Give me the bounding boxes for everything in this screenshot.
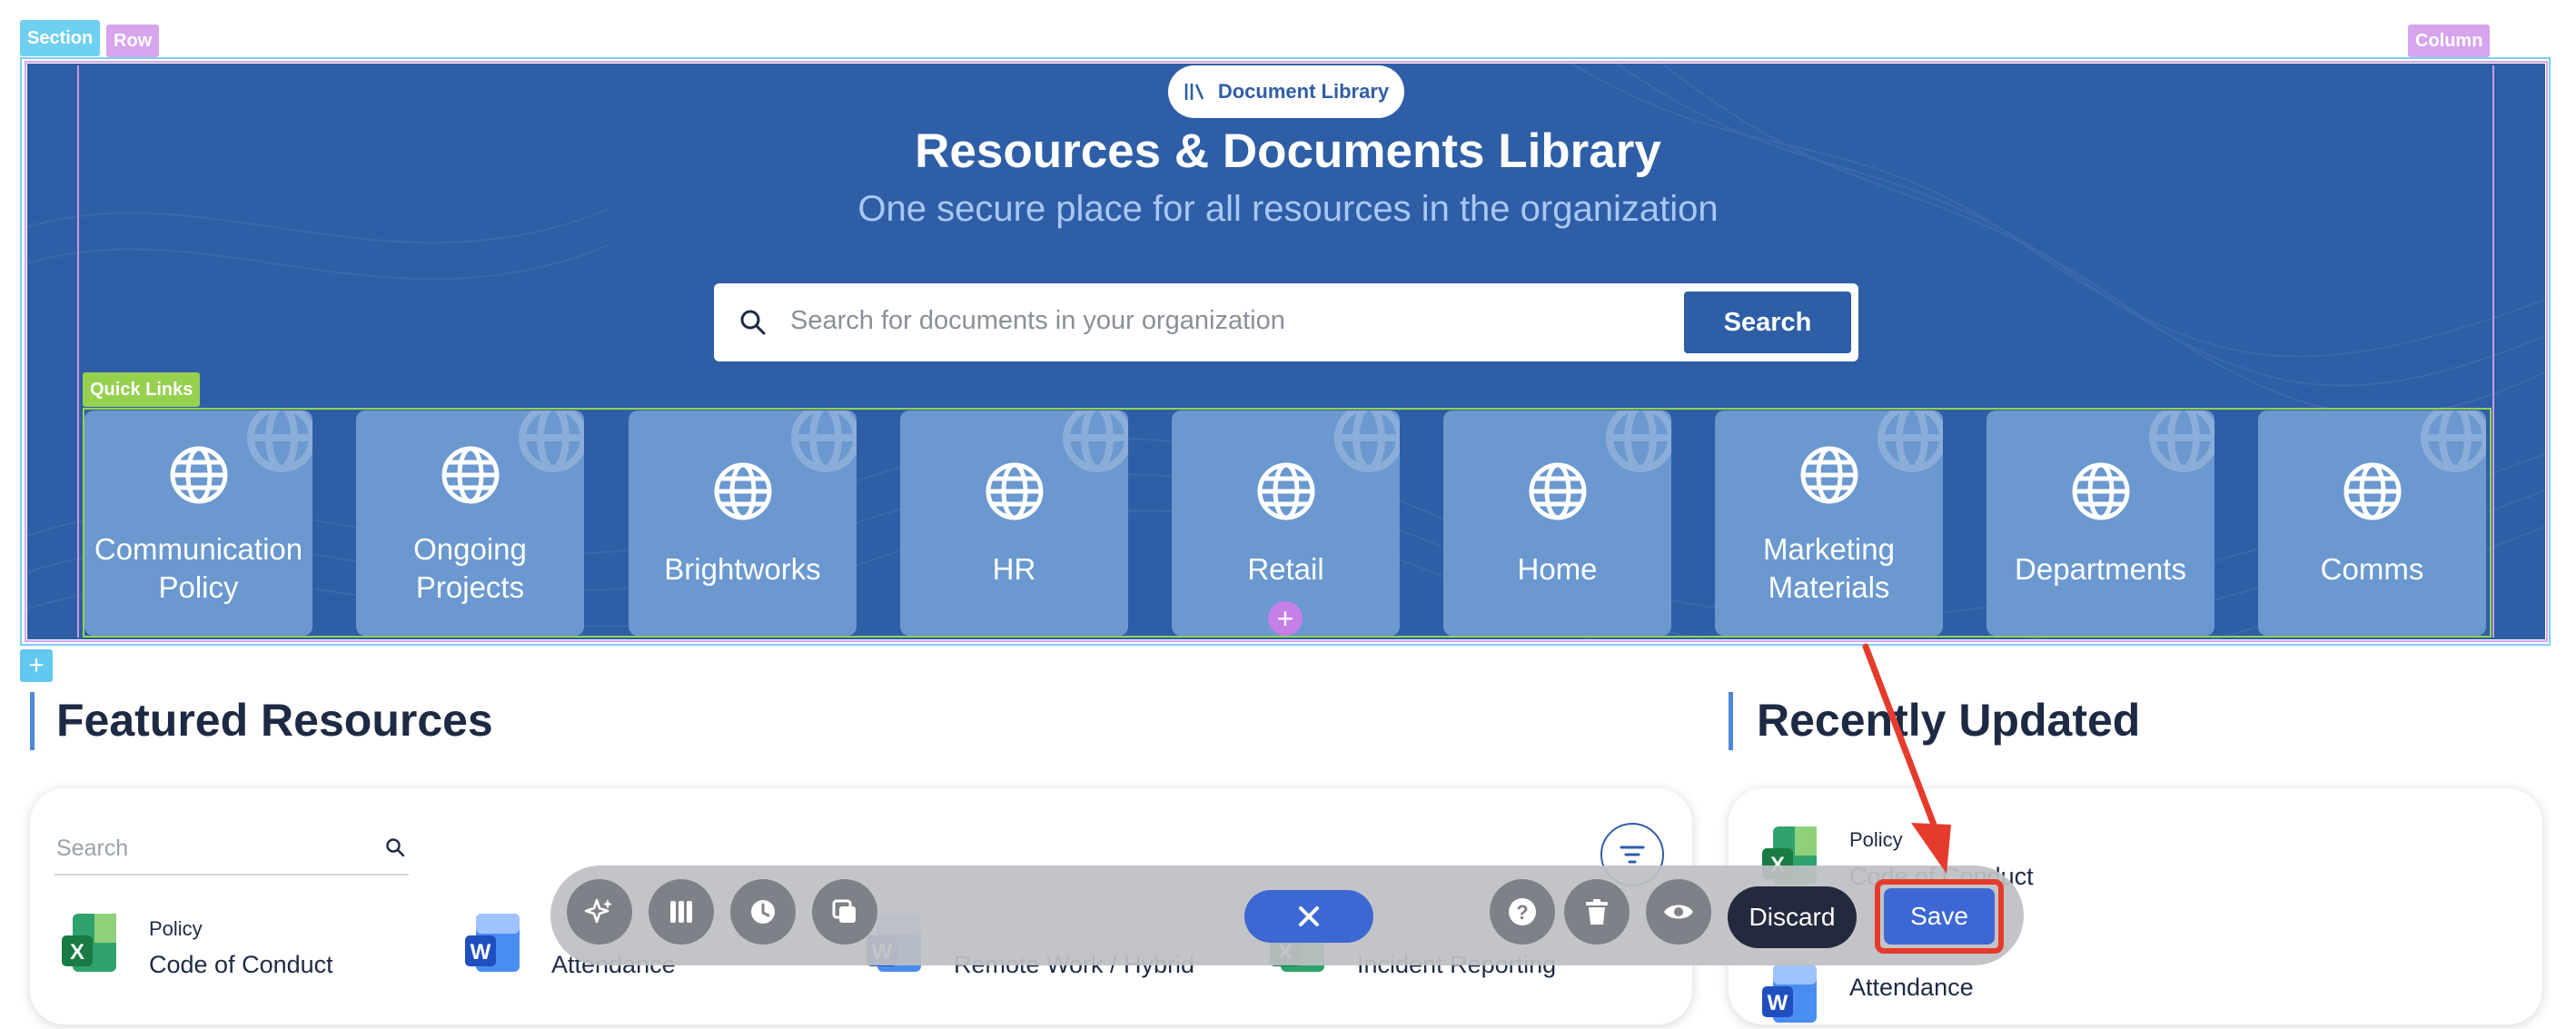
hero-subtitle: One secure place for all resources in th… bbox=[857, 189, 1719, 229]
search-underline bbox=[54, 874, 409, 876]
eye-icon bbox=[1664, 905, 1693, 919]
globe-watermark-icon bbox=[1334, 411, 1400, 472]
close-icon bbox=[1299, 906, 1319, 926]
trash-icon bbox=[1586, 899, 1608, 925]
help-button[interactable]: ? bbox=[1490, 879, 1555, 945]
excel-file-icon: X bbox=[60, 912, 118, 978]
history-button[interactable] bbox=[730, 879, 796, 945]
word-file-icon: W bbox=[1760, 963, 1818, 1029]
featured-resources-heading: Featured Resources bbox=[56, 695, 493, 746]
globe-icon bbox=[1529, 462, 1586, 520]
doc-title-link[interactable]: Attendance bbox=[1849, 974, 1974, 1002]
filter-icon bbox=[1620, 846, 1645, 864]
heading-accent-bar bbox=[30, 692, 35, 750]
quick-link-hr[interactable]: HR bbox=[900, 411, 1128, 636]
quick-link-comms[interactable]: Comms bbox=[2258, 411, 2486, 636]
quick-link-label: Ongoing Projects bbox=[413, 532, 527, 604]
library-icon bbox=[1184, 84, 1204, 100]
row-tag[interactable]: Row bbox=[106, 25, 160, 57]
globe-watermark-icon bbox=[519, 411, 584, 472]
quick-link-label: HR bbox=[992, 552, 1036, 586]
quick-link-label: Communication Policy bbox=[94, 532, 303, 604]
globe-watermark-icon bbox=[2421, 411, 2486, 472]
doc-title-link[interactable]: Code of Conduct bbox=[149, 951, 333, 979]
globe-watermark-icon bbox=[1606, 411, 1671, 472]
duplicate-button[interactable] bbox=[812, 879, 877, 945]
quick-link-communication-policy[interactable]: Communication Policy bbox=[84, 411, 312, 636]
pill-label: Document Library bbox=[1217, 80, 1390, 103]
quick-link-label: Brightworks bbox=[664, 552, 821, 586]
quick-link-ongoing-projects[interactable]: Ongoing Projects bbox=[356, 411, 584, 636]
annotation-arrow bbox=[1862, 643, 1951, 874]
globe-icon bbox=[714, 462, 771, 520]
add-link-button[interactable]: + bbox=[1268, 601, 1303, 636]
svg-text:X: X bbox=[70, 940, 84, 965]
copy-icon bbox=[832, 899, 856, 923]
close-toolbar-button[interactable] bbox=[1244, 890, 1373, 943]
search-button[interactable]: Search bbox=[1684, 292, 1851, 353]
help-icon: ? bbox=[1509, 898, 1536, 925]
quick-link-marketing-materials[interactable]: Marketing Materials bbox=[1715, 411, 1943, 636]
globe-watermark-icon bbox=[1063, 411, 1128, 472]
globe-watermark-icon bbox=[1878, 411, 1943, 472]
quick-link-brightworks[interactable]: Brightworks bbox=[629, 411, 857, 636]
delete-button[interactable] bbox=[1564, 879, 1630, 945]
search-icon bbox=[740, 310, 766, 335]
doc-category: Policy bbox=[149, 917, 203, 940]
ai-sparkle-button[interactable] bbox=[567, 879, 632, 945]
hero-search-input[interactable]: Search for documents in your organizatio… bbox=[790, 306, 1285, 336]
heading-accent-bar bbox=[1729, 692, 1733, 750]
layout-columns-button[interactable] bbox=[649, 879, 714, 945]
quick-link-label: Departments bbox=[2015, 552, 2186, 586]
document-library-pill: Document Library bbox=[1168, 65, 1404, 118]
quick-link-home[interactable]: Home bbox=[1443, 411, 1671, 636]
quick-links-tag[interactable]: Quick Links bbox=[83, 372, 201, 407]
globe-icon bbox=[2343, 462, 2401, 520]
globe-icon bbox=[2072, 462, 2129, 520]
featured-search-input[interactable]: Search bbox=[56, 836, 128, 862]
globe-watermark-icon bbox=[2149, 411, 2214, 472]
globe-watermark-icon bbox=[791, 411, 857, 472]
quick-link-label: Retail bbox=[1247, 552, 1324, 586]
column-tag[interactable]: Column bbox=[2408, 25, 2491, 57]
globe-icon bbox=[986, 462, 1043, 520]
globe-icon bbox=[1257, 462, 1314, 520]
search-icon[interactable] bbox=[385, 837, 405, 857]
sparkle-icon bbox=[584, 898, 612, 924]
quick-link-label: Marketing Materials bbox=[1763, 532, 1895, 604]
preview-button[interactable] bbox=[1646, 879, 1711, 945]
quick-link-label: Home bbox=[1517, 552, 1598, 586]
word-file-icon: W bbox=[463, 912, 521, 978]
add-section-button[interactable]: + bbox=[20, 649, 53, 682]
globe-icon bbox=[1800, 446, 1858, 504]
globe-icon bbox=[441, 446, 499, 504]
section-tag[interactable]: Section bbox=[20, 20, 101, 56]
save-button[interactable]: Save bbox=[1884, 888, 1995, 945]
globe-watermark-icon bbox=[247, 411, 312, 472]
columns-icon bbox=[670, 901, 692, 923]
clock-icon bbox=[751, 900, 775, 924]
svg-text:?: ? bbox=[1516, 901, 1528, 924]
quick-link-departments[interactable]: Departments bbox=[1986, 411, 2214, 636]
quick-link-label: Comms bbox=[2320, 552, 2424, 586]
discard-button[interactable]: Discard bbox=[1728, 886, 1857, 948]
svg-text:W: W bbox=[1768, 991, 1788, 1015]
hero-title: Resources & Documents Library bbox=[915, 124, 1661, 178]
svg-text:W: W bbox=[471, 940, 491, 965]
globe-icon bbox=[170, 446, 227, 504]
